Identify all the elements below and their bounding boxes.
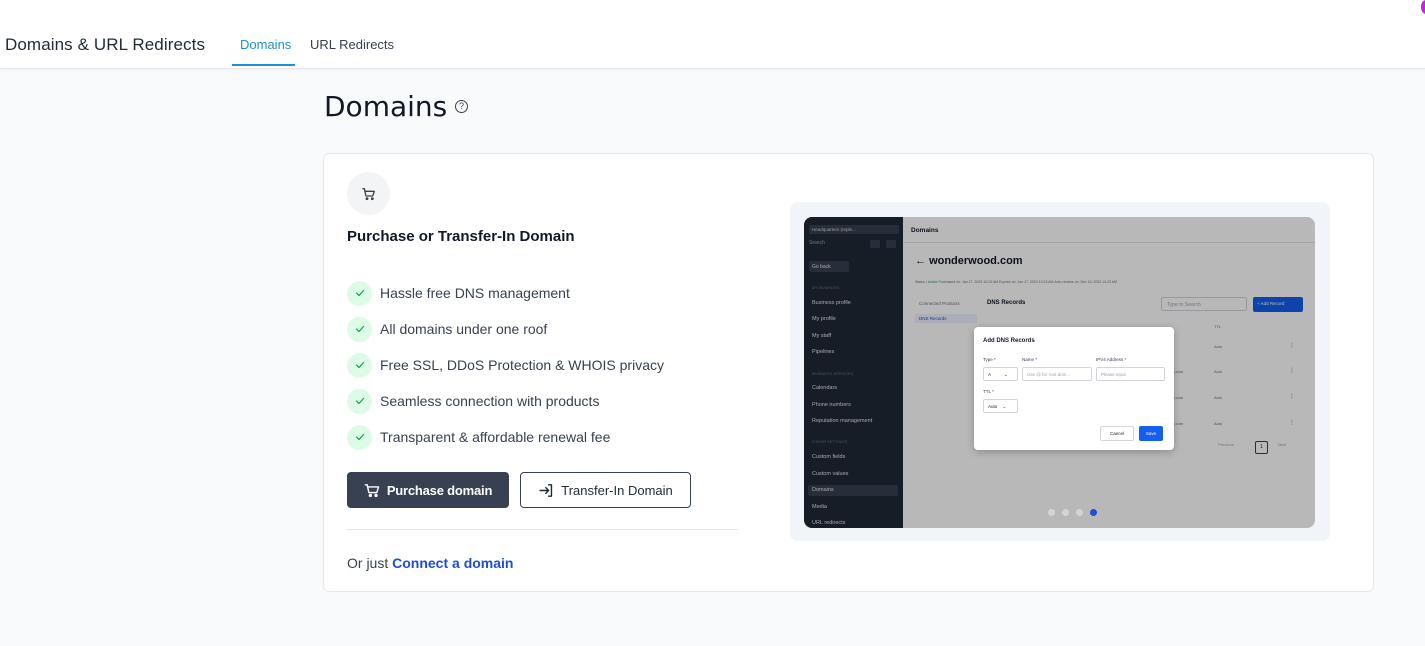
- preview-modal-title: Add DNS Records: [983, 338, 1035, 344]
- preview-ttl-field: Auto ⌄: [983, 399, 1018, 413]
- feature-item: Transparent & affordable renewal fee: [347, 419, 664, 455]
- preview-ip-field: Please input: [1096, 367, 1165, 381]
- purchase-domain-label: Purchase domain: [386, 482, 493, 498]
- purchase-domain-card: Purchase or Transfer-In Domain Hassle fr…: [323, 153, 1374, 592]
- card-heading: Purchase or Transfer-In Domain: [347, 228, 575, 245]
- question-circle-icon[interactable]: ?: [455, 100, 468, 113]
- purchase-domain-button[interactable]: Purchase domain: [347, 472, 509, 508]
- feature-text: Seamless connection with products: [380, 393, 600, 409]
- preview-name-label: Name *: [1022, 357, 1038, 362]
- preview-name-field: Use @ for root dom...: [1022, 367, 1092, 381]
- top-bar: Domains & URL Redirects Domains URL Redi…: [0, 0, 1425, 69]
- page-title: Domains: [324, 90, 448, 123]
- check-icon: [347, 352, 372, 378]
- sign-in-arrow-icon: [539, 483, 553, 497]
- check-icon: [347, 424, 372, 450]
- feature-text: Hassle free DNS management: [380, 285, 570, 301]
- divider: [347, 529, 738, 530]
- feature-item: Seamless connection with products: [347, 383, 664, 419]
- connect-prefix: Or just: [347, 555, 393, 571]
- shopping-cart-icon: [347, 172, 390, 215]
- preview-ttl-label: TTL *: [983, 389, 994, 394]
- preview-ttl-value: Auto: [988, 404, 998, 409]
- carousel-dots: [1048, 509, 1097, 516]
- feature-text: Free SSL, DDoS Protection & WHOIS privac…: [380, 357, 664, 373]
- preview-dns-modal: Add DNS Records Type * A ⌄ Name * Use @ …: [974, 327, 1174, 450]
- app-title: Domains & URL Redirects: [5, 35, 206, 54]
- transfer-in-domain-button[interactable]: Transfer-In Domain: [520, 472, 691, 508]
- shopping-cart-icon: [364, 483, 380, 497]
- check-icon: [347, 316, 372, 342]
- avatar[interactable]: [1421, 0, 1425, 14]
- carousel-dot[interactable]: [1048, 509, 1055, 516]
- tab-url-redirects[interactable]: URL Redirects: [310, 37, 394, 52]
- active-tab-indicator: [232, 64, 295, 66]
- carousel-dot[interactable]: [1076, 509, 1083, 516]
- carousel-dot-active[interactable]: [1090, 509, 1097, 516]
- tab-domains[interactable]: Domains: [240, 37, 291, 52]
- feature-item: Hassle free DNS management: [347, 275, 664, 311]
- transfer-in-domain-label: Transfer-In Domain: [561, 482, 673, 498]
- preview-ip-label: IPV4 Address *: [1096, 357, 1127, 362]
- feature-list: Hassle free DNS management All domains u…: [347, 275, 664, 455]
- connect-domain-line: Or just Connect a domain: [347, 555, 513, 571]
- feature-item: All domains under one roof: [347, 311, 664, 347]
- preview-screenshot: Headquarters (reple... Search Go back MY…: [804, 217, 1315, 528]
- carousel-dot[interactable]: [1062, 509, 1069, 516]
- preview-type-label: Type *: [983, 357, 996, 362]
- check-icon: [347, 280, 372, 306]
- feature-text: All domains under one roof: [380, 321, 548, 337]
- connect-domain-link[interactable]: Connect a domain: [392, 555, 513, 571]
- preview-cancel: Cancel: [1100, 426, 1134, 441]
- preview-type-field: A ⌄: [983, 367, 1018, 381]
- feature-text: Transparent & affordable renewal fee: [380, 429, 611, 445]
- preview-type-value: A: [988, 372, 991, 377]
- feature-item: Free SSL, DDoS Protection & WHOIS privac…: [347, 347, 664, 383]
- preview-carousel: Headquarters (reple... Search Go back MY…: [790, 202, 1330, 541]
- preview-save: Save: [1139, 426, 1163, 441]
- check-icon: [347, 388, 372, 414]
